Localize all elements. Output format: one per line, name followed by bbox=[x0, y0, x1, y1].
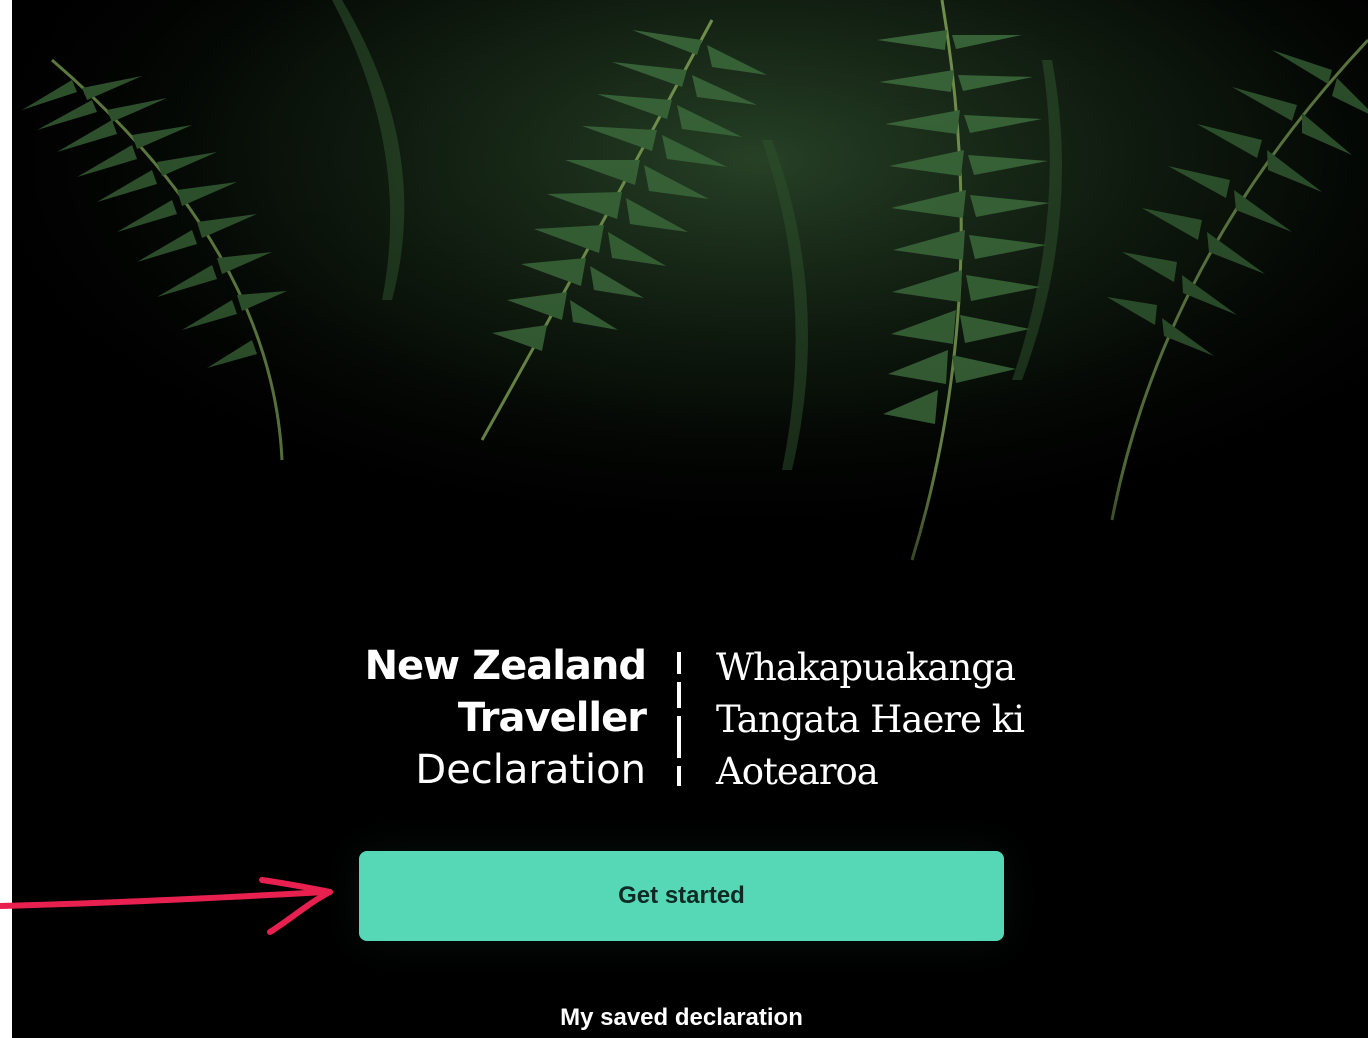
title-line-new-zealand: New Zealand bbox=[364, 643, 647, 689]
maori-line-1: Whakapuakanga bbox=[716, 646, 1016, 689]
my-saved-declaration-link[interactable]: My saved declaration bbox=[359, 1004, 1004, 1032]
traveller-declaration-logo: New Zealand Traveller Declaration Whakap… bbox=[12, 640, 1368, 800]
english-title: New Zealand Traveller Declaration bbox=[364, 640, 647, 796]
maori-title: Whakapuakanga Tangata Haere ki Aotearoa bbox=[716, 642, 1025, 798]
maori-line-2: Tangata Haere ki bbox=[716, 698, 1025, 741]
logo-divider bbox=[677, 652, 681, 786]
maori-line-3: Aotearoa bbox=[716, 750, 879, 793]
title-line-declaration: Declaration bbox=[415, 747, 646, 793]
red-arrow-icon bbox=[0, 877, 333, 935]
title-line-traveller: Traveller bbox=[457, 695, 647, 741]
get-started-button[interactable]: Get started bbox=[359, 851, 1004, 941]
